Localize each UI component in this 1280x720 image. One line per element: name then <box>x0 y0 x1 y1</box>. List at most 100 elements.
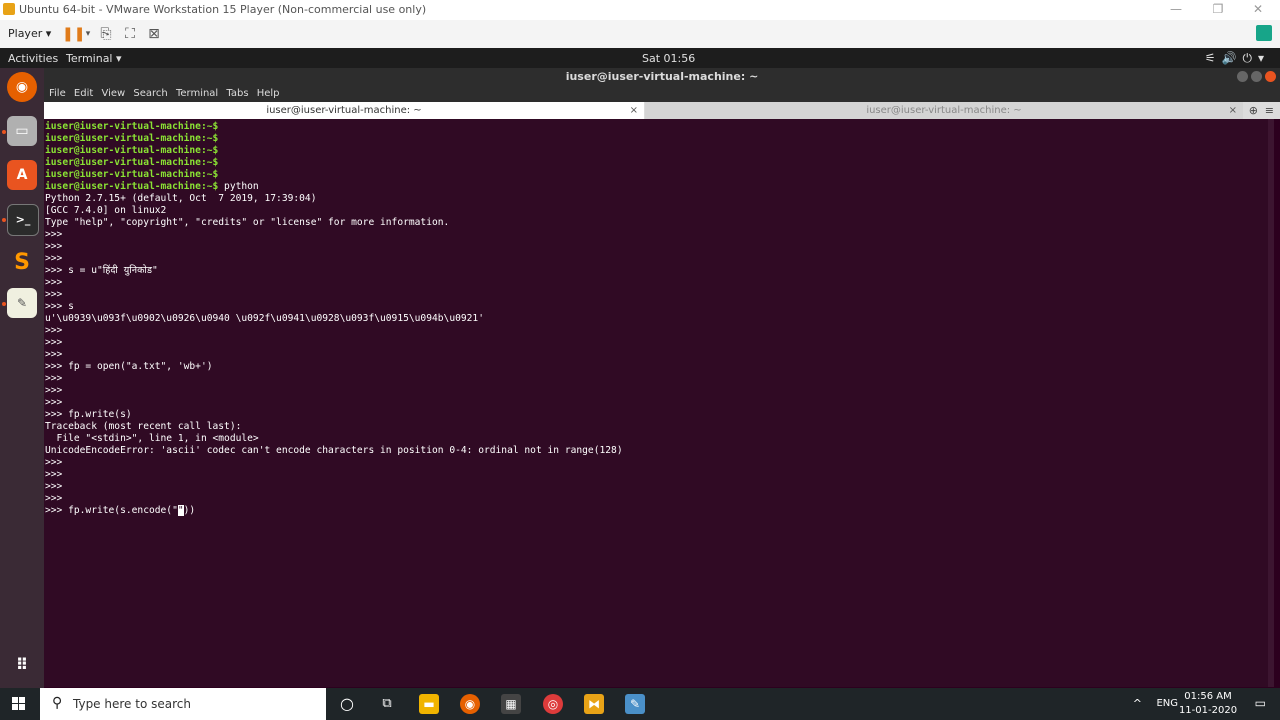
terminal-line: >>> <box>45 229 62 241</box>
player-menu-button[interactable]: Player ▾ <box>8 27 51 40</box>
vmware-window-title: Ubuntu 64-bit - VMware Workstation 15 Pl… <box>19 3 427 16</box>
taskbar-date: 11-01-2020 <box>1178 705 1238 716</box>
terminal-line: >>> <box>45 325 62 337</box>
line-text: >>> <box>45 325 63 336</box>
vmware-logo-icon <box>3 3 15 15</box>
line-text: >>> <box>45 253 63 264</box>
topbar-clock[interactable]: Sat 01:56 <box>642 52 695 65</box>
unity-icon[interactable]: ⊠ <box>146 26 162 42</box>
windows-taskbar: ⚲ Type here to search ○ ⧉ ▬ ◉ ▦ ◎ ⧓ ✎ ^ … <box>0 688 1280 720</box>
line-text: >>> <box>45 229 63 240</box>
menu-help[interactable]: Help <box>257 88 280 99</box>
input-text-after: )) <box>183 505 196 516</box>
terminal-line: iuser@iuser-virtual-machine:~$ <box>45 169 218 181</box>
firefox-taskbar-icon[interactable]: ◉ <box>460 694 480 714</box>
pause-dropdown-icon[interactable]: ▾ <box>80 26 96 42</box>
line-text: File "<stdin>", line 1, in <module> <box>45 433 259 444</box>
terminal-line: >>> <box>45 457 62 469</box>
menu-file[interactable]: File <box>49 88 66 99</box>
line-text: >>> <box>45 457 63 468</box>
app-icon-red[interactable]: ◎ <box>543 694 563 714</box>
fullscreen-icon[interactable]: ⛶ <box>122 26 138 42</box>
maximize-button[interactable]: ❐ <box>1198 2 1238 16</box>
terminal-line: >>> <box>45 289 62 301</box>
ubuntu-top-bar: Activities Terminal ▾ Sat 01:56 ⚟🔊⏻▾ <box>0 48 1280 68</box>
terminal-line: >>> <box>45 373 62 385</box>
shell-prompt: iuser@iuser-virtual-machine:~$ <box>45 121 219 132</box>
task-view-icon[interactable]: ⧉ <box>377 694 397 714</box>
hamburger-menu-icon[interactable]: ≡ <box>1265 102 1274 119</box>
running-indicator <box>2 218 6 222</box>
pause-icon[interactable]: ❚❚ <box>62 26 85 42</box>
show-applications-icon[interactable]: ⠿ <box>7 650 37 680</box>
current-input-line[interactable]: >>> fp.write(s.encode("")) <box>45 505 195 517</box>
terminal-menu-bar: File Edit View Search Terminal Tabs Help <box>44 86 1280 102</box>
line-text: >>> <box>45 469 63 480</box>
sublime-text-icon[interactable]: S <box>7 248 37 278</box>
terminal-line: >>> <box>45 385 62 397</box>
tab-1[interactable]: iuser@iuser-virtual-machine: ~ × <box>44 102 644 119</box>
line-text: >>> <box>45 241 63 252</box>
menu-search[interactable]: Search <box>133 88 167 99</box>
line-text: >>> <box>45 337 63 348</box>
terminal-line: >>> s <box>45 301 74 313</box>
line-text: >>> <box>45 481 63 492</box>
app-menu-terminal[interactable]: Terminal ▾ <box>66 52 122 65</box>
terminal-scrollbar[interactable] <box>1268 119 1274 687</box>
cortana-icon[interactable]: ○ <box>337 694 357 714</box>
taskbar-clock[interactable]: 01:56 AM 11-01-2020 <box>1178 690 1238 718</box>
menu-view[interactable]: View <box>101 88 125 99</box>
terminal-maximize-button[interactable] <box>1251 71 1262 82</box>
line-text: [GCC 7.4.0] on linux2 <box>45 205 167 216</box>
firefox-icon[interactable]: ◉ <box>7 72 37 102</box>
line-text: >>> <box>45 493 63 504</box>
file-explorer-icon[interactable]: ▬ <box>419 694 439 714</box>
vmware-titlebar: Ubuntu 64-bit - VMware Workstation 15 Pl… <box>0 0 1280 20</box>
windows-start-icon[interactable] <box>12 697 26 711</box>
software-center-icon[interactable]: A <box>7 160 37 190</box>
taskbar-search-box[interactable]: ⚲ Type here to search <box>40 688 326 720</box>
taskbar-time: 01:56 AM <box>1184 691 1232 702</box>
terminal-line: Python 2.7.15+ (default, Oct 7 2019, 17:… <box>45 193 316 205</box>
terminal-minimize-button[interactable] <box>1237 71 1248 82</box>
line-text: Type "help", "copyright", "credits" or "… <box>45 217 450 228</box>
new-tab-icon[interactable]: ⊕ <box>1249 102 1258 119</box>
menu-terminal[interactable]: Terminal <box>176 88 218 99</box>
terminal-line: >>> <box>45 493 62 505</box>
tab-label: iuser@iuser-virtual-machine: ~ <box>866 105 1022 116</box>
tab-2[interactable]: iuser@iuser-virtual-machine: ~ × <box>645 102 1243 119</box>
terminal-line: >>> fp = open("a.txt", 'wb+') <box>45 361 213 373</box>
text-editor-icon[interactable]: ✎ <box>7 288 37 318</box>
show-hidden-icons-icon[interactable]: ^ <box>1133 697 1142 710</box>
system-menu-icons[interactable]: ⚟🔊⏻▾ <box>1205 51 1270 66</box>
tab-close-icon[interactable]: × <box>1229 102 1237 119</box>
terminal-line: >>> <box>45 397 62 409</box>
store-icon[interactable]: ▦ <box>501 694 521 714</box>
shell-prompt: iuser@iuser-virtual-machine:~$ <box>45 145 219 156</box>
running-indicator <box>2 302 6 306</box>
shell-prompt: iuser@iuser-virtual-machine:~$ <box>45 157 219 168</box>
terminal-output[interactable]: iuser@iuser-virtual-machine:~$ iuser@iuse… <box>44 119 1274 687</box>
menu-edit[interactable]: Edit <box>74 88 93 99</box>
close-button[interactable]: ✕ <box>1238 2 1278 16</box>
terminal-icon[interactable]: >_ <box>7 204 39 236</box>
search-icon: ⚲ <box>52 695 63 711</box>
line-text: UnicodeEncodeError: 'ascii' codec can't … <box>45 445 623 456</box>
activities-button[interactable]: Activities <box>8 52 58 65</box>
input-text: >>> fp.write(s.encode(" <box>45 505 178 516</box>
menu-tabs[interactable]: Tabs <box>226 88 248 99</box>
message-icon[interactable] <box>1256 25 1272 41</box>
terminal-line: iuser@iuser-virtual-machine:~$ python <box>45 181 259 193</box>
vmware-taskbar-icon[interactable]: ⧓ <box>584 694 604 714</box>
line-text: >>> <box>45 397 63 408</box>
notification-icon[interactable]: ▭ <box>1255 696 1266 710</box>
language-indicator[interactable]: ENG <box>1156 698 1178 709</box>
files-icon[interactable]: ▭ <box>7 116 37 146</box>
line-text: >>> <box>45 373 63 384</box>
terminal-line: iuser@iuser-virtual-machine:~$ <box>45 133 218 145</box>
tab-close-icon[interactable]: × <box>630 102 638 119</box>
minimize-button[interactable]: — <box>1156 2 1196 16</box>
terminal-close-button[interactable] <box>1265 71 1276 82</box>
send-ctrl-alt-del-icon[interactable]: ⎘ <box>98 26 114 42</box>
notepad-taskbar-icon[interactable]: ✎ <box>625 694 645 714</box>
